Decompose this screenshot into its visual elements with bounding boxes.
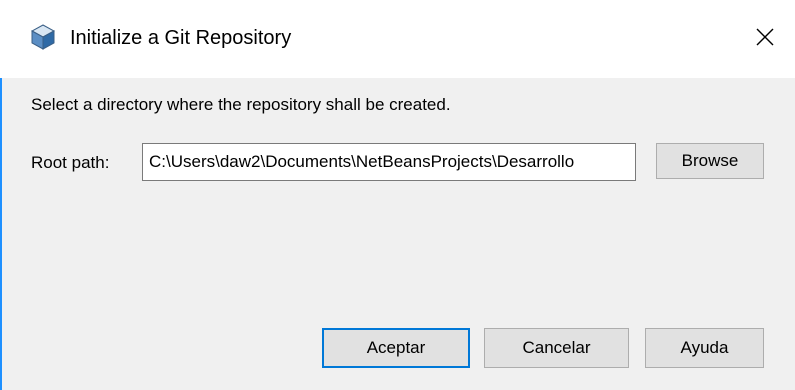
close-icon [756, 28, 774, 51]
git-init-dialog: Initialize a Git Repository Select a dir… [0, 0, 795, 390]
window-title: Initialize a Git Repository [70, 27, 292, 49]
cancel-button[interactable]: Cancelar [484, 328, 629, 368]
dialog-content: Select a directory where the repository … [2, 78, 795, 390]
netbeans-cube-icon [30, 24, 56, 50]
browse-button[interactable]: Browse [656, 143, 764, 179]
instruction-text: Select a directory where the repository … [31, 95, 451, 114]
help-button[interactable]: Ayuda [645, 328, 764, 368]
root-path-label: Root path: [31, 153, 110, 172]
ok-button[interactable]: Aceptar [322, 328, 470, 368]
root-path-input[interactable] [142, 143, 636, 181]
title-bar[interactable]: Initialize a Git Repository [0, 0, 795, 78]
close-button[interactable] [735, 0, 795, 78]
